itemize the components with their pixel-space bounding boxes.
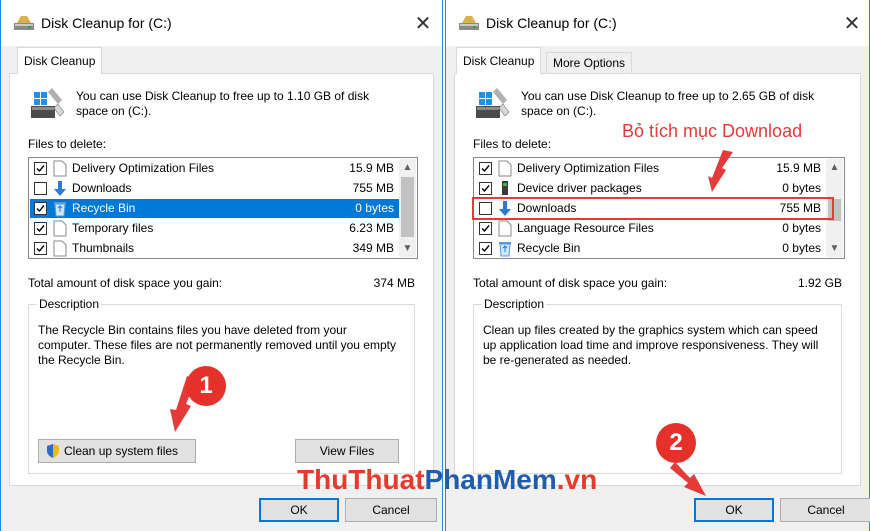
tab-disk-cleanup[interactable]: Disk Cleanup <box>456 47 542 74</box>
watermark-part-b: PhanMem <box>424 464 557 495</box>
step-badge-2: 2 <box>656 423 696 463</box>
watermark-part-c: .vn <box>556 464 598 495</box>
step-badge-1: 1 <box>186 366 226 406</box>
watermark: ThuThuatPhanMem.vn <box>297 464 597 496</box>
annotation-arrows <box>170 150 733 496</box>
arrow-icon <box>708 150 733 192</box>
arrow-icon <box>670 462 706 496</box>
watermark-part-a: ThuThuat <box>297 464 425 495</box>
tab-disk-cleanup[interactable]: Disk Cleanup <box>17 47 103 74</box>
